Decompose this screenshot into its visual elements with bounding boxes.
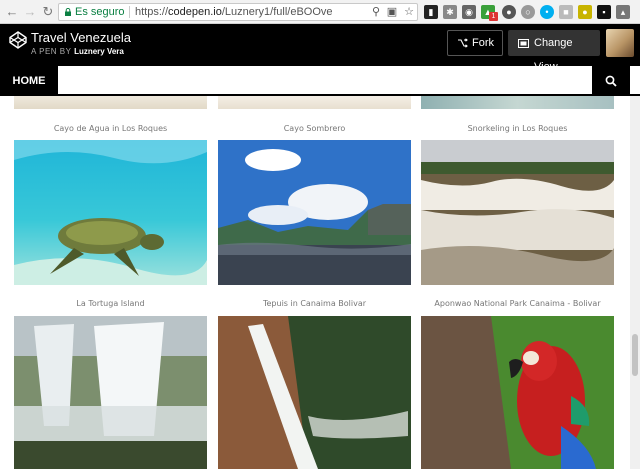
circle-extension-icon[interactable]: ● — [502, 5, 516, 19]
photo-la-tortuga[interactable] — [14, 140, 207, 285]
change-view-button[interactable]: Change View — [508, 30, 600, 73]
skype-extension-icon[interactable]: • — [540, 5, 554, 19]
translate-icon[interactable]: ▣ — [385, 5, 399, 19]
search-icon — [605, 75, 617, 87]
caption-cayo-de-agua: Cayo de Agua in Los Roques — [53, 124, 168, 133]
camera-extension-icon[interactable]: ◉ — [462, 5, 476, 19]
author-name[interactable]: Luznery Vera — [74, 47, 124, 56]
key-icon[interactable]: ⚲ — [369, 5, 383, 19]
caption-aponwao-park: Aponwao National Park Canaima - Bolivar — [434, 299, 601, 308]
caption-cayo-sombrero: Cayo Sombrero — [283, 124, 346, 133]
nav-home-link[interactable]: HOME — [0, 66, 58, 96]
page-scrollbar[interactable] — [630, 96, 640, 469]
site-navbar: HOME — [0, 66, 640, 96]
puzzle-extension-icon[interactable]: ✱ — [443, 5, 457, 19]
photo-aponwao-park[interactable] — [421, 140, 614, 285]
photo-snorkeling[interactable] — [421, 96, 614, 109]
caption-snorkeling: Snorkeling in Los Roques — [467, 124, 568, 133]
photo-tepuis-canaima[interactable] — [218, 140, 411, 285]
pen-title: Travel Venezuela — [31, 30, 131, 45]
browser-toolbar: ← → ↻ Es seguro https://codepen.io/Luzne… — [0, 0, 640, 24]
author-prefix: A PEN BY — [31, 47, 72, 56]
gray-circle-extension-icon[interactable]: ○ — [521, 5, 535, 19]
lock-icon — [65, 8, 71, 16]
user-avatar[interactable] — [606, 29, 634, 57]
bookmark-star-icon[interactable]: ☆ — [402, 5, 416, 19]
gallery: Cayo de Agua in Los Roques Cayo Sombrero… — [0, 96, 630, 469]
codepen-logo-icon[interactable] — [9, 31, 27, 49]
gray-square-extension-icon[interactable]: ■ — [559, 5, 573, 19]
secure-label: Es seguro — [75, 6, 125, 18]
gray-extension-icon[interactable]: ▴ — [616, 5, 630, 19]
search-button[interactable] — [592, 66, 630, 96]
fork-button[interactable]: Fork — [447, 30, 503, 56]
photo-angel-falls[interactable] — [218, 316, 411, 469]
photo-waterfall-mist[interactable] — [14, 316, 207, 469]
back-arrow-icon[interactable]: ← — [4, 4, 20, 20]
black-extension-icon[interactable]: ▪ — [597, 5, 611, 19]
caption-la-tortuga: La Tortuga Island — [76, 299, 145, 308]
fork-label: Fork — [472, 37, 494, 49]
photo-macaw[interactable] — [421, 316, 614, 469]
caption-tepuis-canaima: Tepuis in Canaima Bolivar — [262, 299, 367, 308]
reload-icon[interactable]: ↻ — [40, 4, 56, 20]
yellow-extension-icon[interactable]: ● — [578, 5, 592, 19]
layout-icon — [518, 39, 529, 48]
extension-notification-badge: 1 — [489, 12, 498, 21]
address-separator — [129, 6, 130, 18]
photo-cayo-de-agua[interactable] — [14, 96, 207, 109]
url-path: /Luznery1/full/eBOOve — [221, 6, 333, 18]
forward-arrow-icon[interactable]: → — [22, 4, 38, 20]
codepen-header: Travel Venezuela A PEN BY Luznery Vera F… — [0, 24, 640, 73]
fork-icon — [458, 38, 468, 48]
url-prefix: https:// — [135, 6, 169, 18]
url-domain: codepen.io — [168, 6, 222, 18]
photo-cayo-sombrero[interactable] — [218, 96, 411, 109]
pen-author-line: A PEN BY Luznery Vera — [31, 47, 124, 56]
scrollbar-thumb[interactable] — [632, 334, 638, 376]
pocket-extension-icon[interactable]: ▮ — [424, 5, 438, 19]
url-text[interactable]: https://codepen.io/Luznery1/full/eBOOve — [135, 4, 333, 20]
address-bar[interactable]: Es seguro https://codepen.io/Luznery1/fu… — [58, 3, 418, 21]
